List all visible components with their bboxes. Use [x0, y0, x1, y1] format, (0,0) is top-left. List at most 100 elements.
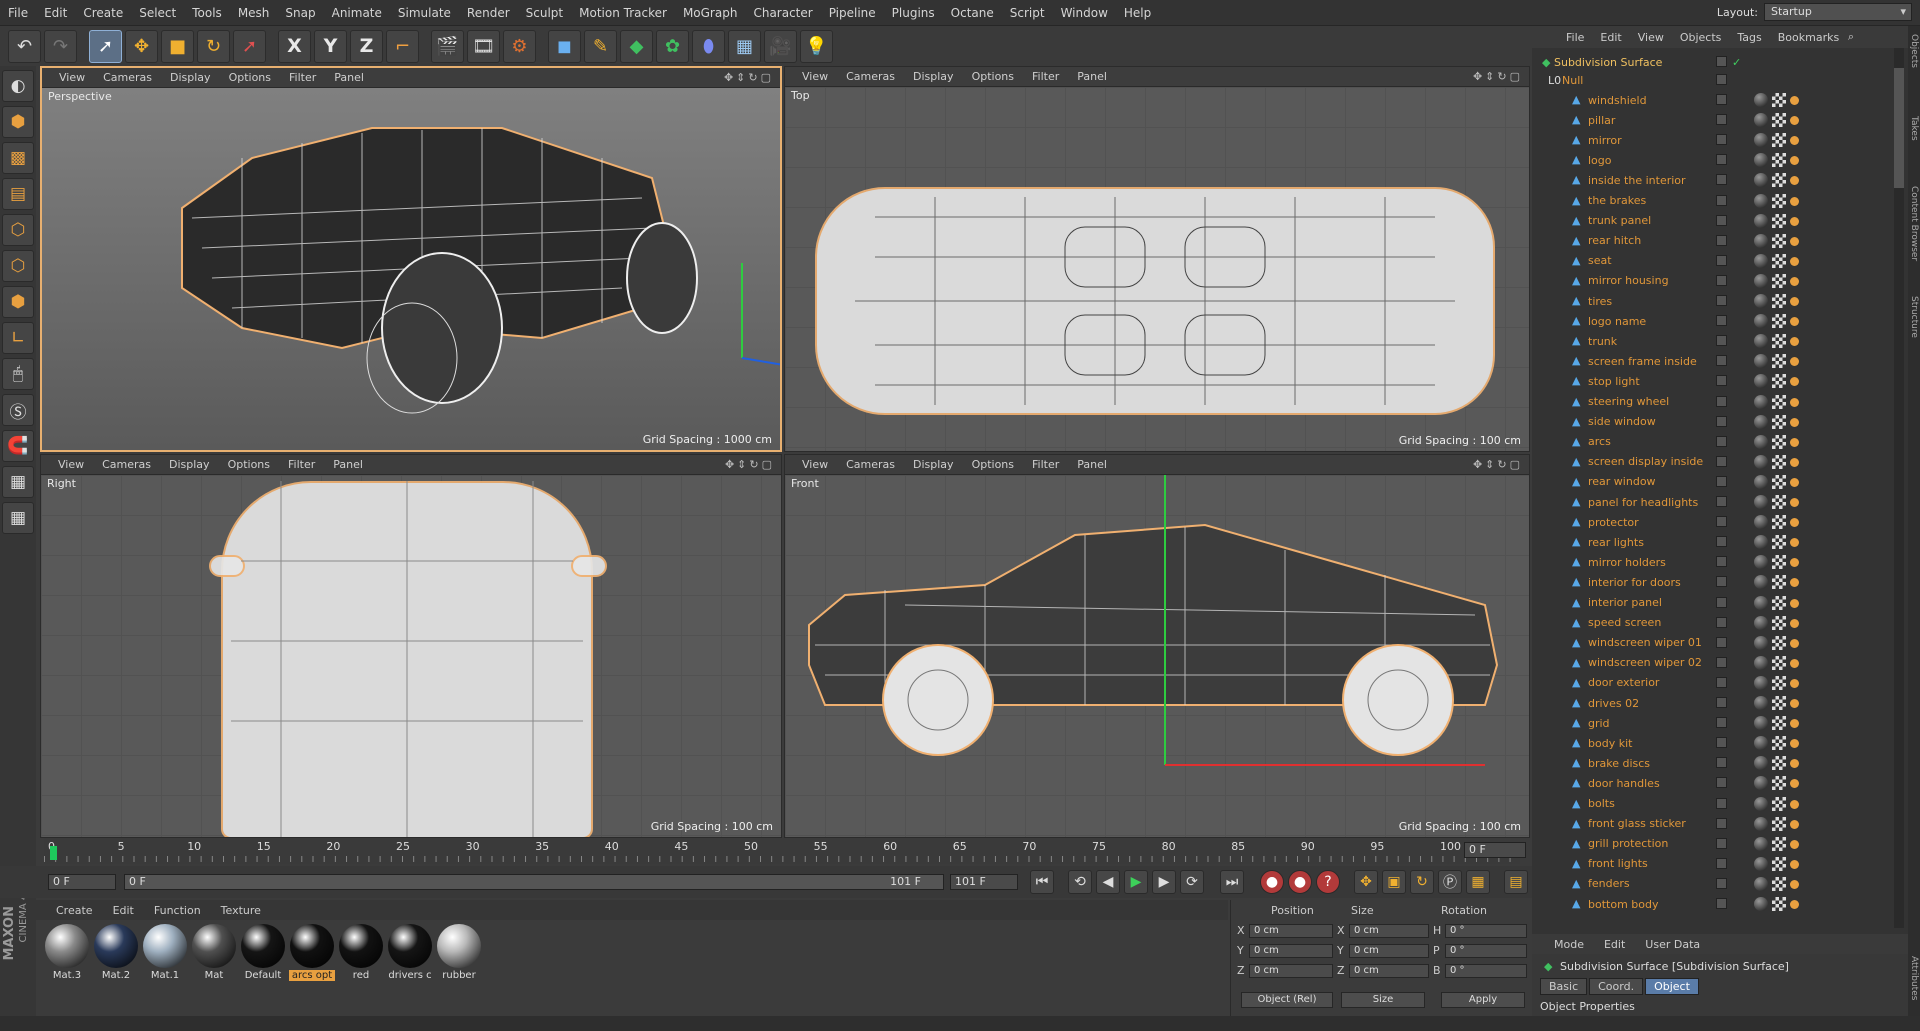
texture-tag[interactable] [1772, 897, 1786, 911]
attribute-menu-edit[interactable]: Edit [1594, 938, 1635, 951]
material-tag[interactable] [1754, 454, 1768, 469]
material-tag[interactable] [1754, 173, 1768, 188]
menu-pipeline[interactable]: Pipeline [821, 6, 884, 20]
attribute-menu-mode[interactable]: Mode [1544, 938, 1594, 951]
coordinate-system-icon[interactable]: ⌐ [386, 29, 419, 63]
visibility-toggle[interactable] [1716, 837, 1727, 849]
visibility-toggle[interactable] [1716, 596, 1727, 608]
visibility-toggle[interactable] [1716, 817, 1727, 829]
object-row[interactable]: ▲ grill protection [1532, 834, 1892, 854]
move-icon[interactable]: ✥ [125, 29, 158, 63]
texture-tag[interactable] [1772, 434, 1786, 449]
subdivision-icon[interactable]: ◆ [620, 29, 653, 63]
object-row[interactable]: ▲ pillar [1532, 110, 1892, 130]
viewport-menu-view[interactable]: View [50, 71, 94, 84]
menu-mesh[interactable]: Mesh [230, 6, 278, 20]
selection-tag[interactable] [1790, 779, 1799, 789]
play-icon[interactable]: ▶ [1124, 870, 1148, 894]
visibility-toggle[interactable] [1716, 455, 1727, 467]
selection-tag[interactable] [1790, 256, 1799, 266]
record-rotation-icon[interactable]: ↻ [1410, 870, 1434, 894]
object-row[interactable]: ▲ mirror [1532, 130, 1892, 150]
material-tag[interactable] [1754, 635, 1768, 650]
visibility-toggle[interactable] [1716, 656, 1727, 668]
texture-tag[interactable] [1772, 93, 1786, 107]
object-menu-file[interactable]: File [1558, 31, 1592, 44]
selection-tag[interactable] [1790, 839, 1799, 849]
selection-tag[interactable] [1790, 136, 1799, 146]
material-swatch[interactable]: Mat.1 [142, 924, 188, 984]
menu-sculpt[interactable]: Sculpt [518, 6, 571, 20]
x-axis-icon[interactable]: X [278, 29, 311, 63]
object-scrollbar[interactable] [1894, 48, 1904, 928]
viewport-menu-filter[interactable]: Filter [1023, 458, 1068, 471]
material-tag[interactable] [1754, 515, 1768, 530]
deformer-icon[interactable]: ⬮ [692, 29, 725, 63]
texture-tag[interactable] [1772, 876, 1786, 891]
texture-tag[interactable] [1772, 555, 1786, 570]
timeline-icon[interactable]: ▤ [1504, 870, 1528, 894]
texture-tag[interactable] [1772, 314, 1786, 329]
visibility-toggle[interactable] [1716, 335, 1727, 347]
selection-tag[interactable] [1790, 337, 1799, 347]
pen-icon[interactable]: ✎ [584, 29, 617, 63]
object-row[interactable]: ▲ bolts [1532, 794, 1892, 814]
edit-render-settings-icon[interactable]: ⚙ [503, 29, 536, 63]
selection-tag[interactable] [1790, 236, 1799, 246]
selection-tag[interactable] [1790, 598, 1799, 608]
frame-range-slider[interactable]: 0 F 101 F [124, 874, 944, 890]
viewport-menu-display[interactable]: Display [904, 70, 963, 83]
texture-tag[interactable] [1772, 635, 1786, 650]
viewport-menu-display[interactable]: Display [161, 71, 220, 84]
selection-tag[interactable] [1790, 156, 1799, 166]
object-menu-edit[interactable]: Edit [1592, 31, 1629, 44]
selection-tag[interactable] [1790, 357, 1799, 367]
axis-mode-icon[interactable]: ∟ [2, 322, 34, 354]
material-tag[interactable] [1754, 655, 1768, 670]
viewport-front[interactable]: View Cameras Display Options Filter Panel ✥⇕↻… [784, 454, 1530, 838]
object-row[interactable]: ▲ fenders [1532, 874, 1892, 894]
visibility-toggle[interactable] [1716, 375, 1727, 387]
record-scale-icon[interactable]: ▣ [1382, 870, 1406, 894]
selection-tag[interactable] [1790, 879, 1799, 889]
rotation-field[interactable]: 0 ° [1445, 924, 1527, 938]
material-tag[interactable] [1754, 615, 1768, 630]
texture-tag[interactable] [1772, 113, 1786, 128]
object-row[interactable]: ▲ the brakes [1532, 191, 1892, 211]
material-tag[interactable] [1754, 334, 1768, 349]
texture-tag[interactable] [1772, 273, 1786, 288]
viewport-menu-options[interactable]: Options [963, 458, 1023, 471]
visibility-toggle[interactable] [1716, 556, 1727, 568]
visibility-toggle[interactable] [1716, 576, 1727, 588]
menu-help[interactable]: Help [1116, 6, 1159, 20]
visibility-toggle[interactable] [1716, 516, 1727, 528]
visibility-toggle[interactable] [1716, 154, 1727, 166]
object-row[interactable]: ▲ seat [1532, 251, 1892, 271]
texture-tag[interactable] [1772, 515, 1786, 530]
object-row[interactable]: ▲ screen frame inside [1532, 351, 1892, 371]
viewport-menu-display[interactable]: Display [160, 458, 219, 471]
search-icon[interactable]: ⌕ [1840, 30, 1862, 44]
viewport-nav-icons[interactable]: ✥⇕↻▢ [1473, 70, 1523, 83]
object-row[interactable]: ▲ panel for headlights [1532, 492, 1892, 512]
selection-tag[interactable] [1790, 859, 1799, 869]
size-field[interactable]: 0 cm [1349, 944, 1429, 958]
material-tag[interactable] [1754, 153, 1768, 168]
layout-dropdown[interactable]: Startup [1764, 3, 1912, 21]
object-row[interactable]: ▲ screen display inside [1532, 452, 1892, 472]
selection-tag[interactable] [1790, 377, 1799, 387]
record-parameter-icon[interactable]: Ⓟ [1438, 870, 1462, 894]
material-tag[interactable] [1754, 273, 1768, 288]
visibility-toggle[interactable] [1716, 174, 1727, 186]
menu-snap[interactable]: Snap [277, 6, 323, 20]
texture-tag[interactable] [1772, 655, 1786, 670]
texture-tag[interactable] [1772, 133, 1786, 148]
viewport-menu-view[interactable]: View [793, 70, 837, 83]
scale-icon[interactable]: ■ [161, 29, 194, 63]
visibility-toggle[interactable] [1716, 315, 1727, 327]
visibility-toggle[interactable] [1716, 295, 1727, 306]
material-menu-function[interactable]: Function [144, 904, 211, 917]
object-row[interactable]: ▲ stop light [1532, 371, 1892, 391]
material-tag[interactable] [1754, 495, 1768, 509]
menu-render[interactable]: Render [459, 6, 518, 20]
